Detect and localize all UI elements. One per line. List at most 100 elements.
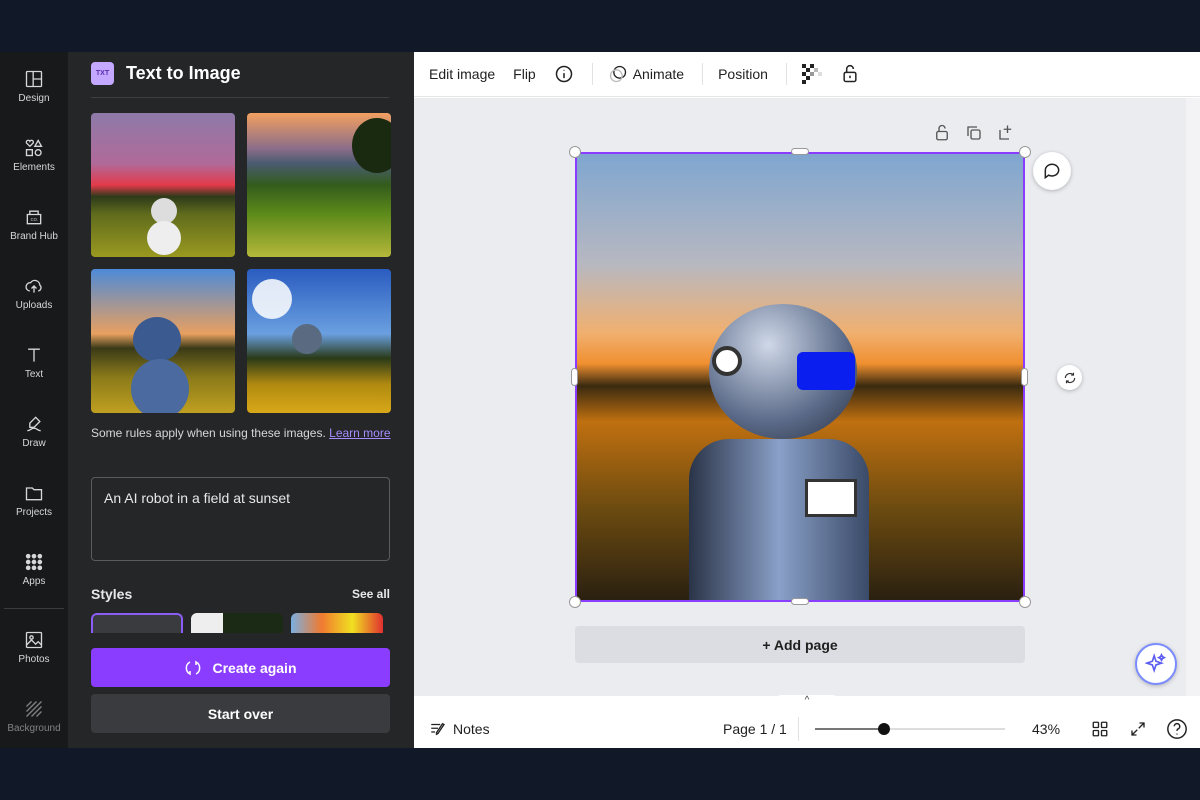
element-quick-actions <box>933 124 1015 142</box>
learn-more-link[interactable]: Learn more <box>329 426 390 440</box>
resize-handle-right[interactable] <box>1021 368 1028 386</box>
zoom-slider-knob[interactable] <box>878 723 891 735</box>
rail-item-label: Uploads <box>15 300 53 311</box>
divider <box>4 608 64 609</box>
comment-button[interactable] <box>1033 152 1071 190</box>
notes-icon <box>431 722 445 735</box>
info-icon[interactable] <box>554 64 574 84</box>
divider <box>702 63 704 85</box>
comment-add-icon <box>1044 163 1060 180</box>
duplicate-icon[interactable] <box>965 124 983 142</box>
rail-item-label: Background <box>7 723 61 734</box>
add-page-button[interactable]: + Add page <box>575 626 1025 663</box>
resize-handle-left[interactable] <box>571 368 578 386</box>
notes-label: Notes <box>453 720 490 737</box>
notes-button[interactable]: Notes <box>429 720 490 738</box>
rail-item-text[interactable]: Text <box>0 328 68 397</box>
edit-image-button[interactable]: Edit image <box>429 66 495 82</box>
text-to-image-app-icon: TXT <box>91 62 114 85</box>
rotate-button[interactable] <box>1057 365 1082 390</box>
panel-title: Text to Image <box>126 63 241 83</box>
animate-icon <box>609 65 626 83</box>
rail-item-projects[interactable]: Projects <box>0 466 68 535</box>
generated-image-1[interactable] <box>91 113 235 257</box>
lock-icon[interactable] <box>933 124 951 142</box>
magic-assistant-button[interactable] <box>1135 643 1177 685</box>
prompt-textarea[interactable]: An AI robot in a field at sunset <box>91 477 390 561</box>
text-icon <box>28 348 40 362</box>
generated-image-2[interactable] <box>247 113 391 257</box>
rail-item-apps[interactable]: Apps <box>0 535 68 604</box>
rules-text: Some rules apply when using these images… <box>91 426 330 440</box>
rail-item-label: Draw <box>22 438 46 449</box>
rail-item-draw[interactable]: Draw <box>0 397 68 466</box>
text-to-image-panel: TXT Text to Image Some rules apply when … <box>68 52 414 748</box>
robot-visor <box>797 352 855 390</box>
cloud-upload-icon <box>25 279 42 293</box>
resize-handle-top-right[interactable] <box>1019 146 1031 158</box>
editor-window: Design Elements CO. Brand Hub Uploads Text Dra… <box>0 52 1200 748</box>
fullscreen-icon[interactable] <box>1129 720 1147 738</box>
create-again-label: Create again <box>212 659 297 676</box>
resize-handle-top-left[interactable] <box>569 146 581 158</box>
rail-item-background[interactable]: Background <box>0 682 68 748</box>
brand-icon: CO. <box>26 210 42 225</box>
pen-icon <box>27 416 41 432</box>
zoom-level[interactable]: 43% <box>1032 721 1060 737</box>
grid-view-icon[interactable] <box>1091 720 1109 738</box>
zoom-slider-fill <box>815 728 885 730</box>
style-option-colorful[interactable] <box>291 613 383 633</box>
position-button[interactable]: Position <box>718 66 768 82</box>
style-option-photo[interactable] <box>191 613 283 633</box>
styles-heading: Styles <box>91 586 133 602</box>
animate-button[interactable]: Animate <box>608 64 684 84</box>
rail-item-photos[interactable]: Photos <box>0 613 68 682</box>
rail-item-brand-hub[interactable]: CO. Brand Hub <box>0 190 68 259</box>
rail-item-label: Apps <box>22 576 46 587</box>
start-over-button[interactable]: Start over <box>91 694 390 733</box>
layout-icon <box>25 70 43 88</box>
rail-item-elements[interactable]: Elements <box>0 121 68 190</box>
panel-header: TXT Text to Image <box>91 62 241 85</box>
transparency-icon[interactable] <box>801 64 822 84</box>
add-icon[interactable] <box>997 124 1015 142</box>
divider <box>785 63 787 85</box>
generated-image-3[interactable] <box>91 269 235 413</box>
side-rail: Design Elements CO. Brand Hub Uploads Text Dra… <box>0 52 68 748</box>
rail-item-label: Brand Hub <box>10 231 58 242</box>
rail-item-uploads[interactable]: Uploads <box>0 259 68 328</box>
resize-handle-bottom-right[interactable] <box>1019 596 1031 608</box>
hatch-icon <box>26 701 42 717</box>
generated-image-4[interactable] <box>247 269 391 413</box>
grid-icon <box>25 553 43 571</box>
animate-label: Animate <box>632 66 685 82</box>
context-toolbar: Edit image Flip Animate Position <box>414 52 1200 97</box>
resize-handle-top[interactable] <box>791 148 809 155</box>
rail-item-label: Projects <box>15 507 53 518</box>
lock-icon[interactable] <box>840 64 860 84</box>
flip-button[interactable]: Flip <box>513 66 536 82</box>
refresh-icon <box>186 660 201 675</box>
zoom-slider[interactable] <box>815 723 1005 735</box>
page-indicator[interactable]: Page 1 / 1 <box>723 721 787 737</box>
rail-item-label: Photos <box>18 654 50 665</box>
rail-item-design[interactable]: Design <box>0 52 68 121</box>
expand-pages-tab[interactable]: ^ <box>772 695 842 710</box>
rail-item-label: Text <box>24 369 44 380</box>
style-option-none[interactable] <box>91 613 183 633</box>
resize-handle-bottom-left[interactable] <box>569 596 581 608</box>
rail-item-label: Design <box>18 93 50 104</box>
shapes-icon <box>25 139 43 157</box>
see-all-link[interactable]: See all <box>352 587 390 601</box>
divider <box>798 717 799 741</box>
rotate-icon <box>1064 372 1075 383</box>
help-icon[interactable] <box>1166 718 1188 740</box>
svg-text:CO.: CO. <box>31 217 38 222</box>
selected-image-robot-sunset[interactable] <box>575 152 1025 602</box>
vertical-scrollbar[interactable] <box>1186 98 1200 696</box>
divider <box>591 63 593 85</box>
image-icon <box>25 631 43 649</box>
rail-item-label: Elements <box>13 162 55 173</box>
create-again-button[interactable]: Create again <box>91 648 390 687</box>
resize-handle-bottom[interactable] <box>791 598 809 605</box>
